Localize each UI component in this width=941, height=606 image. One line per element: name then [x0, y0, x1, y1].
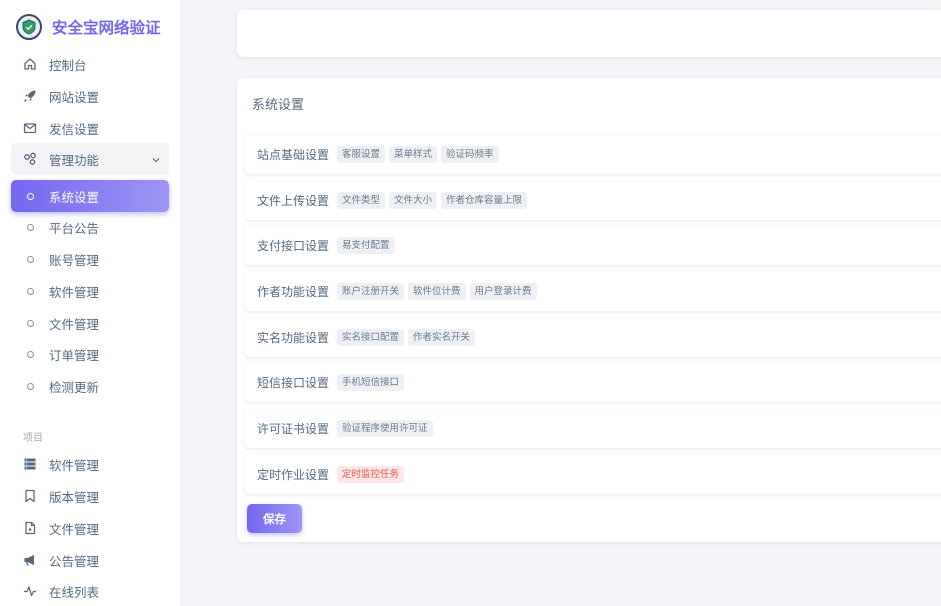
setting-row-real-name[interactable]: 实名功能设置 实名接口配置 作者实名开关	[245, 318, 941, 357]
section-header-project: 项目	[23, 433, 43, 444]
sidebar-item-site-settings[interactable]: 网站设置	[11, 80, 169, 112]
setting-name: 实名功能设置	[257, 331, 330, 345]
sidebar-item-label: 发信设置	[49, 121, 100, 137]
card-title: 系统设置	[252, 98, 305, 113]
sidebar-item-label: 软件管理	[49, 457, 100, 473]
circle-icon	[23, 220, 37, 234]
shield-logo-icon	[16, 14, 42, 40]
circle-icon	[23, 284, 37, 298]
sidebar-item-account-manage[interactable]: 账号管理	[11, 243, 169, 275]
setting-tag[interactable]: 用户登录计费	[469, 283, 537, 300]
setting-name: 短信接口设置	[257, 376, 330, 390]
setting-tag[interactable]: 易支付配置	[337, 237, 395, 254]
setting-tag[interactable]: 验证程序使用许可证	[337, 420, 433, 437]
sidebar-item-label: 账号管理	[49, 252, 100, 268]
setting-tag[interactable]: 账户注册开关	[337, 283, 405, 300]
system-settings-card: 系统设置 站点基础设置 客服设置 菜单样式 验证码频率 文件上传设置 文件类型 …	[237, 78, 941, 542]
sidebar-item-label: 公告管理	[49, 553, 100, 569]
sidebar-item-label: 控制台	[49, 57, 87, 73]
sidebar-item-platform-notice[interactable]: 平台公告	[11, 211, 169, 243]
server-icon	[23, 457, 37, 471]
sidebar-item-software-manage[interactable]: 软件管理	[11, 275, 169, 307]
sidebar-item-system-settings[interactable]: 系统设置	[11, 180, 169, 212]
sidebar-item-project-file[interactable]: 文件管理	[11, 512, 169, 544]
bookmark-icon	[23, 489, 37, 503]
sidebar-item-label: 订单管理	[49, 347, 100, 363]
rocket-icon	[23, 89, 37, 103]
setting-row-payment[interactable]: 支付接口设置 易支付配置	[245, 226, 941, 265]
setting-tag[interactable]: 文件类型	[337, 192, 386, 209]
sidebar-item-project-version[interactable]: 版本管理	[11, 480, 169, 512]
sidebar-item-project-online[interactable]: 在线列表	[11, 575, 169, 606]
setting-name: 定时作业设置	[257, 468, 330, 482]
sidebar-item-label: 文件管理	[49, 316, 100, 332]
setting-name: 作者功能设置	[257, 285, 330, 299]
sidebar-item-label: 文件管理	[49, 521, 100, 537]
sidebar-item-label: 系统设置	[49, 189, 100, 205]
setting-tag[interactable]: 验证码频率	[441, 146, 499, 163]
setting-name: 支付接口设置	[257, 239, 330, 253]
setting-name: 文件上传设置	[257, 194, 330, 208]
circle-icon	[23, 252, 37, 266]
setting-tag[interactable]: 作者实名开关	[408, 329, 476, 346]
megaphone-icon	[23, 553, 37, 567]
brand-name: 安全宝网络验证	[52, 19, 161, 37]
setting-tag[interactable]: 实名接口配置	[337, 329, 405, 346]
circle-icon	[23, 316, 37, 330]
sidebar-item-label: 管理功能	[49, 152, 100, 168]
setting-tag[interactable]: 客服设置	[337, 146, 386, 163]
sidebar-item-label: 在线列表	[49, 584, 100, 600]
save-button[interactable]: 保存	[247, 504, 302, 533]
setting-tag[interactable]: 软件位计费	[408, 283, 466, 300]
setting-tag[interactable]: 手机短信接口	[337, 374, 405, 391]
sidebar-item-label: 平台公告	[49, 220, 100, 236]
sidebar-item-project-software[interactable]: 软件管理	[11, 448, 169, 480]
setting-row-scheduled-jobs[interactable]: 定时作业设置 定时监控任务	[245, 455, 941, 494]
setting-row-site-basic[interactable]: 站点基础设置 客服设置 菜单样式 验证码频率	[245, 135, 941, 174]
mail-icon	[23, 121, 37, 135]
sidebar-item-label: 检测更新	[49, 379, 100, 395]
sidebar-item-project-notice[interactable]: 公告管理	[11, 544, 169, 576]
setting-tag[interactable]: 菜单样式	[389, 146, 438, 163]
sidebar-item-order-manage[interactable]: 订单管理	[11, 338, 169, 370]
setting-row-file-upload[interactable]: 文件上传设置 文件类型 文件大小 作者仓库容量上限	[245, 181, 941, 220]
circle-icon	[23, 347, 37, 361]
sidebar-item-label: 软件管理	[49, 284, 100, 300]
apps-icon	[23, 152, 37, 166]
sidebar-item-file-manage[interactable]: 文件管理	[11, 307, 169, 339]
setting-row-sms[interactable]: 短信接口设置 手机短信接口	[245, 363, 941, 402]
sidebar-item-mail-settings[interactable]: 发信设置	[11, 112, 169, 144]
circle-icon	[23, 189, 37, 203]
sidebar-item-label: 版本管理	[49, 489, 100, 505]
chevron-down-icon	[151, 153, 161, 168]
sidebar: 安全宝网络验证 控制台 网站设置 发信设置 管理功能 系统设置 平台公告 账号管…	[0, 0, 180, 606]
sidebar-item-dashboard[interactable]: 控制台	[11, 48, 169, 80]
circle-icon	[23, 379, 37, 393]
setting-tag[interactable]: 作者仓库容量上限	[441, 192, 528, 209]
setting-tag[interactable]: 文件大小	[389, 192, 438, 209]
sidebar-item-label: 网站设置	[49, 89, 100, 105]
top-bar-card	[237, 10, 941, 57]
sidebar-item-manage[interactable]: 管理功能	[11, 143, 169, 175]
activity-icon	[23, 584, 37, 598]
setting-tag-danger[interactable]: 定时监控任务	[337, 466, 405, 483]
sidebar-item-check-update[interactable]: 检测更新	[11, 370, 169, 402]
home-icon	[23, 57, 37, 71]
setting-name: 许可证书设置	[257, 422, 330, 436]
setting-row-author[interactable]: 作者功能设置 账户注册开关 软件位计费 用户登录计费	[245, 272, 941, 311]
file-icon	[23, 521, 37, 535]
brand[interactable]: 安全宝网络验证	[16, 13, 161, 41]
setting-name: 站点基础设置	[257, 148, 330, 162]
setting-row-license[interactable]: 许可证书设置 验证程序使用许可证	[245, 409, 941, 448]
